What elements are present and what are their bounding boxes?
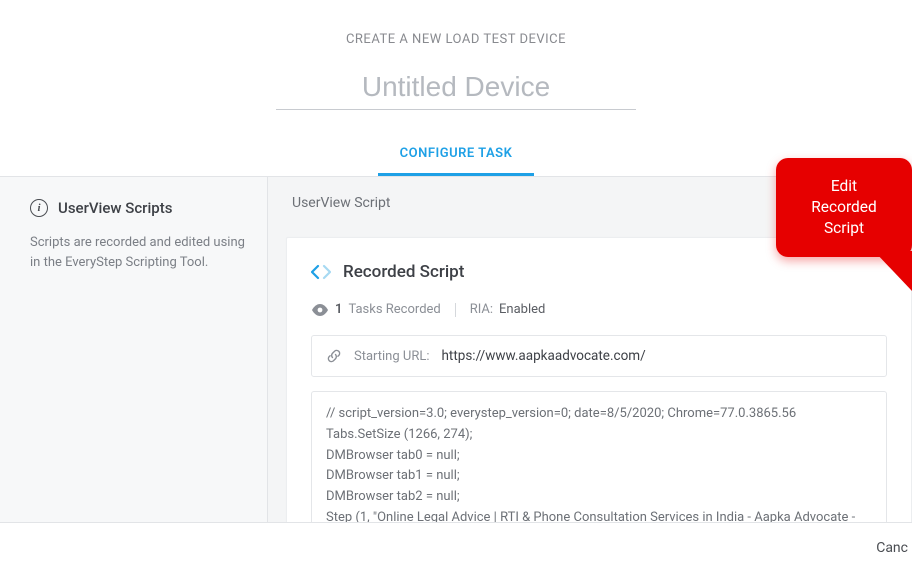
callout-line1: Edit Recorded bbox=[798, 176, 890, 218]
sidebar-title: UserView Scripts bbox=[58, 199, 172, 217]
footer: Canc bbox=[0, 522, 912, 572]
edit-recorded-script-callout: Edit Recorded Script bbox=[776, 158, 912, 257]
recorded-script-card: Recorded Script 1 Tasks Recorded RIA: En… bbox=[286, 237, 912, 544]
tasks-label: Tasks Recorded bbox=[348, 302, 440, 317]
ria-value: Enabled bbox=[499, 302, 545, 317]
info-icon: i bbox=[30, 199, 48, 217]
callout-line2: Script bbox=[798, 218, 890, 239]
cancel-button[interactable]: Canc bbox=[862, 526, 912, 570]
sidebar-description: Scripts are recorded and edited using in… bbox=[30, 233, 245, 273]
page-eyebrow: CREATE A NEW LOAD TEST DEVICE bbox=[0, 32, 912, 47]
sidebar: i UserView Scripts Scripts are recorded … bbox=[0, 177, 268, 544]
device-name-input[interactable] bbox=[276, 71, 636, 110]
starting-url-box: Starting URL: https://www.aapkaadvocate.… bbox=[311, 335, 887, 377]
ria-label: RIA: bbox=[470, 302, 493, 317]
meta-divider bbox=[455, 303, 456, 317]
link-icon bbox=[326, 348, 342, 364]
meta-row: 1 Tasks Recorded RIA: Enabled bbox=[311, 302, 887, 317]
code-icon bbox=[311, 264, 331, 280]
url-label: Starting URL: bbox=[354, 349, 429, 364]
eye-icon bbox=[311, 304, 329, 316]
card-title: Recorded Script bbox=[343, 262, 464, 282]
url-value: https://www.aapkaadvocate.com/ bbox=[441, 348, 645, 364]
tasks-count: 1 bbox=[335, 302, 342, 317]
tab-configure-task[interactable]: CONFIGURE TASK bbox=[378, 136, 535, 176]
